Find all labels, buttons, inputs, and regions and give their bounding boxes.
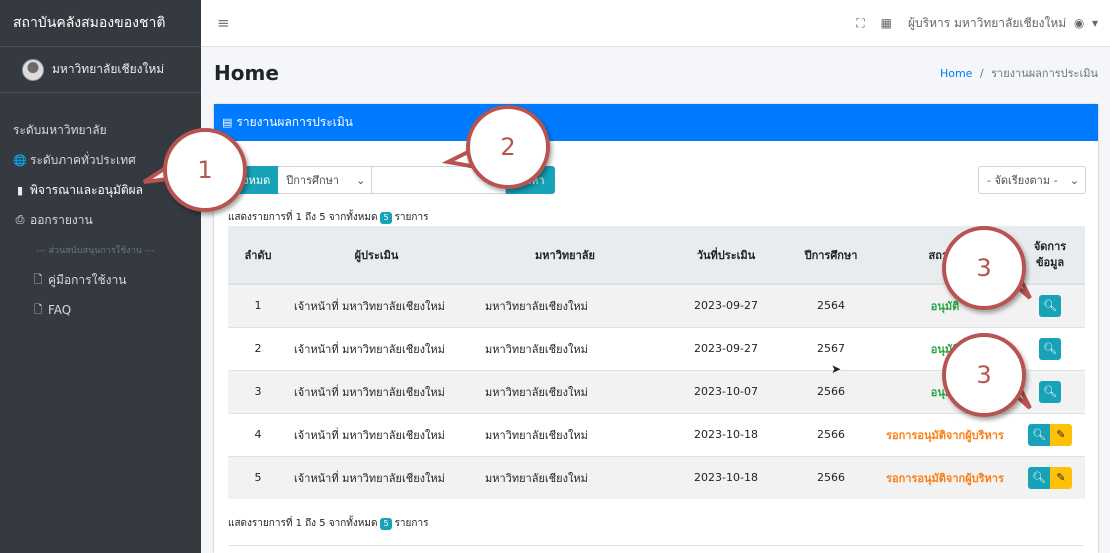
- annotation-callout-1: 1: [163, 128, 247, 212]
- annotation-callout-3: 3: [942, 226, 1026, 310]
- annotation-callout-3b: 3: [942, 333, 1026, 417]
- annotation-callout-2: 2: [466, 105, 550, 189]
